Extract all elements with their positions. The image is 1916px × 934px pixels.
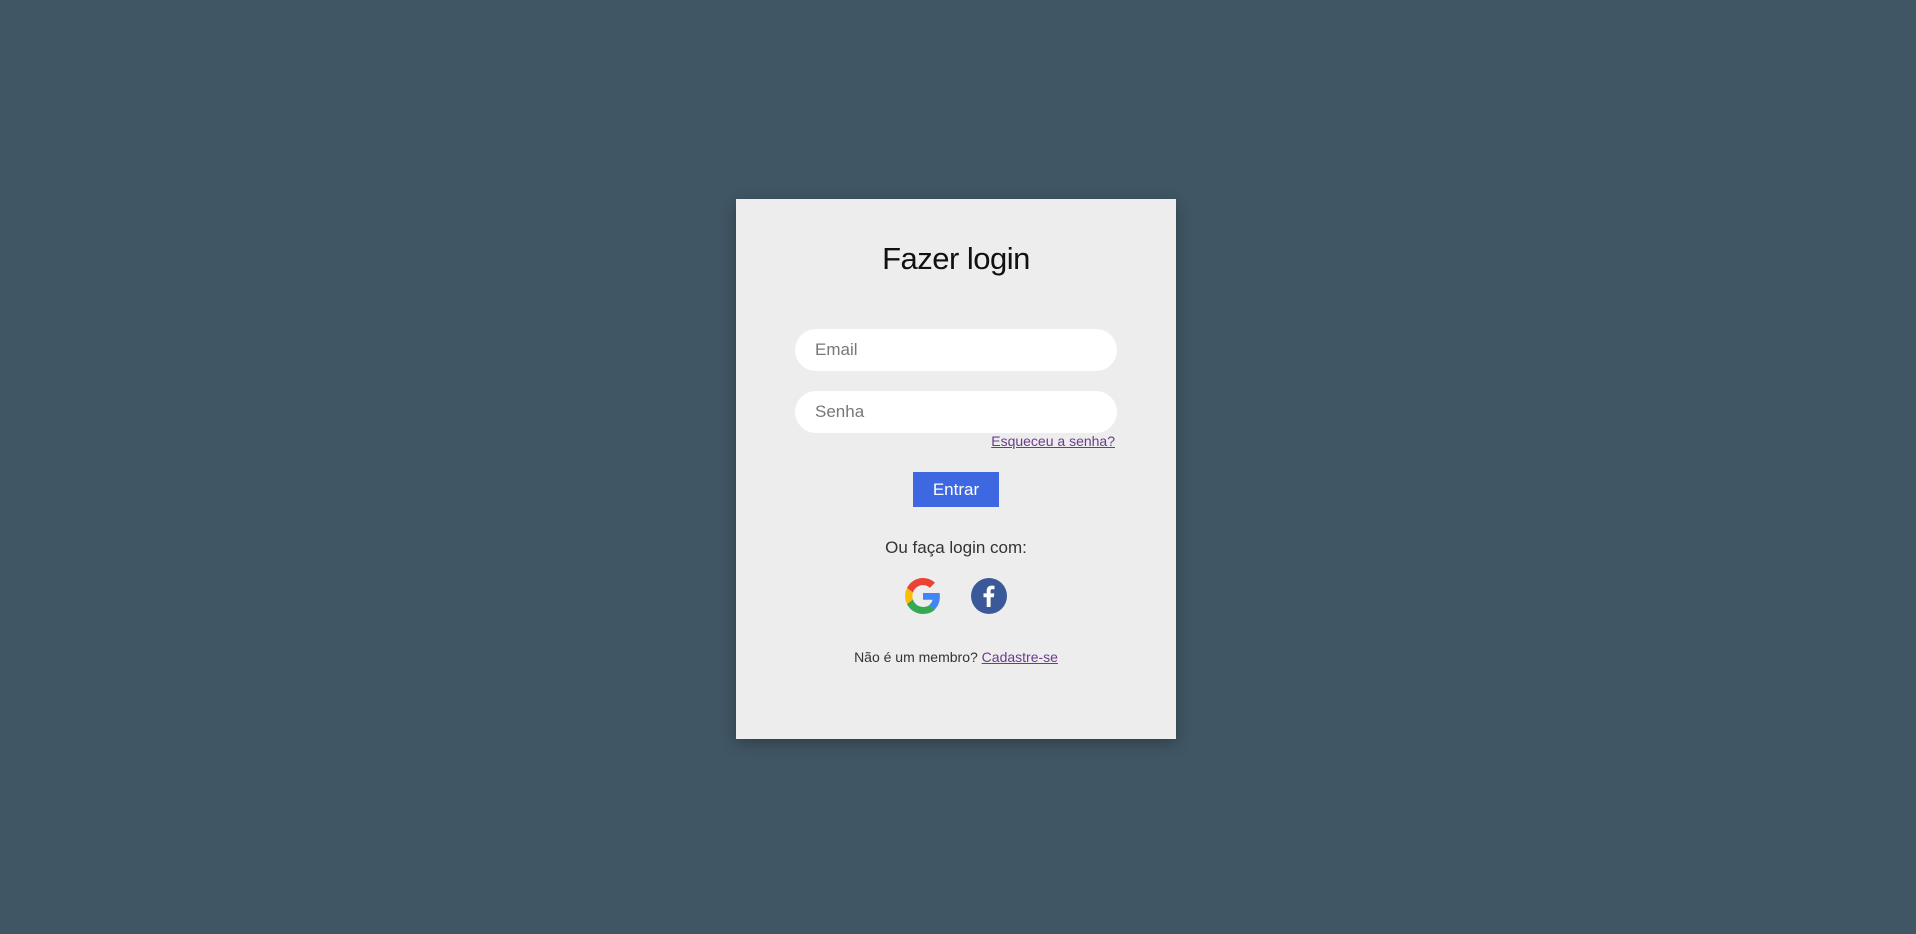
forgot-password-link[interactable]: Esqueceu a senha? bbox=[991, 433, 1115, 449]
not-member-label: Não é um membro? bbox=[854, 649, 978, 665]
login-card: Fazer login Esqueceu a senha? Entrar Ou … bbox=[736, 199, 1176, 739]
login-button[interactable]: Entrar bbox=[913, 472, 999, 507]
facebook-icon bbox=[971, 578, 1007, 614]
google-login-button[interactable] bbox=[905, 578, 941, 614]
google-icon bbox=[905, 578, 940, 614]
alt-login-label: Ou faça login com: bbox=[885, 538, 1027, 557]
password-field[interactable] bbox=[795, 391, 1117, 433]
signup-link[interactable]: Cadastre-se bbox=[982, 649, 1058, 665]
signup-prompt: Não é um membro? Cadastre-se bbox=[736, 649, 1176, 665]
page-title: Fazer login bbox=[882, 241, 1030, 276]
email-field[interactable] bbox=[795, 329, 1117, 371]
facebook-login-button[interactable] bbox=[971, 578, 1007, 614]
